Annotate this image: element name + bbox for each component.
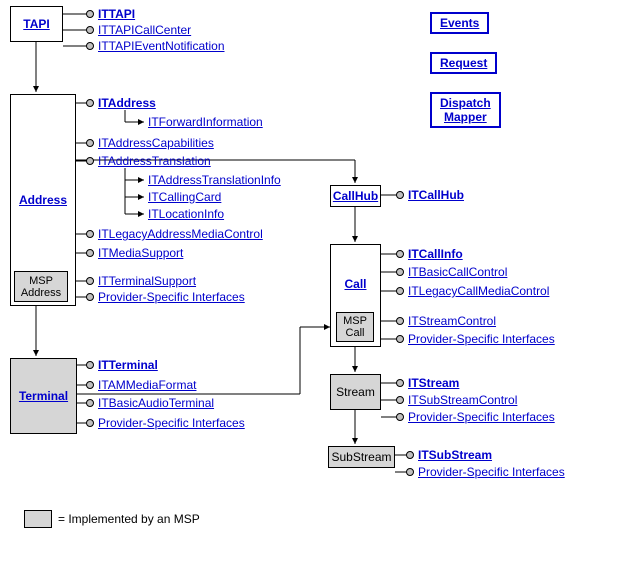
lolli-icon <box>86 26 94 34</box>
itcallhub-link[interactable]: ITCallHub <box>408 188 464 202</box>
address-label[interactable]: Address <box>19 193 67 207</box>
events-box: Events <box>430 12 489 34</box>
address-provider-link[interactable]: Provider-Specific Interfaces <box>98 290 245 304</box>
lolli-icon <box>396 191 404 199</box>
msp-call-label: MSP Call <box>343 315 367 339</box>
itaddress-link[interactable]: ITAddress <box>98 96 156 110</box>
lolli-icon <box>86 399 94 407</box>
itforwardinformation-link[interactable]: ITForwardInformation <box>148 115 263 129</box>
itterminal-link[interactable]: ITTerminal <box>98 358 158 372</box>
msp-address-label: MSP Address <box>21 275 61 299</box>
call-provider-link[interactable]: Provider-Specific Interfaces <box>408 332 555 346</box>
substream-label: SubStream <box>331 450 391 464</box>
lolli-icon <box>396 268 404 276</box>
lolli-icon <box>86 293 94 301</box>
itbasiccallcontrol-link[interactable]: ITBasicCallControl <box>408 265 507 279</box>
request-box: Request <box>430 52 497 74</box>
msp-call-box: MSP Call <box>336 312 374 342</box>
lolli-icon <box>86 99 94 107</box>
lolli-icon <box>396 379 404 387</box>
tapi-label[interactable]: TAPI <box>23 17 49 31</box>
lolli-icon <box>406 451 414 459</box>
ittapi-link[interactable]: ITTAPI <box>98 7 135 21</box>
itlegacycallmediacontrol-link[interactable]: ITLegacyCallMediaControl <box>408 284 549 298</box>
lolli-icon <box>86 419 94 427</box>
dispatch-box: Dispatch Mapper <box>430 92 501 128</box>
lolli-icon <box>396 317 404 325</box>
itcallingcard-link[interactable]: ITCallingCard <box>148 190 221 204</box>
lolli-icon <box>86 42 94 50</box>
itsubstreamcontrol-link[interactable]: ITSubStreamControl <box>408 393 517 407</box>
itmediasupport-link[interactable]: ITMediaSupport <box>98 246 183 260</box>
tapi-box: TAPI <box>10 6 63 42</box>
lolli-icon <box>86 157 94 165</box>
lolli-icon <box>396 413 404 421</box>
stream-provider-link[interactable]: Provider-Specific Interfaces <box>408 410 555 424</box>
stream-box: Stream <box>330 374 381 410</box>
call-label[interactable]: Call <box>344 277 366 291</box>
itstreamcontrol-link[interactable]: ITStreamControl <box>408 314 496 328</box>
lolli-icon <box>86 230 94 238</box>
lolli-icon <box>86 249 94 257</box>
callhub-box: CallHub <box>330 185 381 207</box>
events-link[interactable]: Events <box>440 16 479 30</box>
lolli-icon <box>86 381 94 389</box>
terminal-label[interactable]: Terminal <box>19 389 68 403</box>
dispatch-link[interactable]: Dispatch Mapper <box>440 96 491 124</box>
callhub-label[interactable]: CallHub <box>333 189 378 203</box>
lolli-icon <box>396 396 404 404</box>
itsubstream-link[interactable]: ITSubStream <box>418 448 492 462</box>
legend-text: = Implemented by an MSP <box>58 512 200 526</box>
itaddresstranslation-link[interactable]: ITAddressTranslation <box>98 154 211 168</box>
request-link[interactable]: Request <box>440 56 487 70</box>
legend-patch <box>24 510 52 528</box>
lolli-icon <box>406 468 414 476</box>
lolli-icon <box>86 139 94 147</box>
itlegacyaddressmediacontrol-link[interactable]: ITLegacyAddressMediaControl <box>98 227 263 241</box>
substream-provider-link[interactable]: Provider-Specific Interfaces <box>418 465 565 479</box>
itstream-link[interactable]: ITStream <box>408 376 459 390</box>
itterminalsupport-link[interactable]: ITTerminalSupport <box>98 274 196 288</box>
lolli-icon <box>86 277 94 285</box>
terminal-provider-link[interactable]: Provider-Specific Interfaces <box>98 416 245 430</box>
itlocationinfo-link[interactable]: ITLocationInfo <box>148 207 224 221</box>
lolli-icon <box>396 287 404 295</box>
terminal-box: Terminal <box>10 358 77 434</box>
lolli-icon <box>86 361 94 369</box>
lolli-icon <box>396 250 404 258</box>
itcallinfo-link[interactable]: ITCallInfo <box>408 247 463 261</box>
itammediaformat-link[interactable]: ITAMMediaFormat <box>98 378 196 392</box>
ittapicallcenter-link[interactable]: ITTAPICallCenter <box>98 23 191 37</box>
msp-address-box: MSP Address <box>14 271 68 302</box>
substream-box: SubStream <box>328 446 395 468</box>
ittapieventnotification-link[interactable]: ITTAPIEventNotification <box>98 39 225 53</box>
lolli-icon <box>396 335 404 343</box>
itbasicaudioterminal-link[interactable]: ITBasicAudioTerminal <box>98 396 214 410</box>
itaddresscapabilities-link[interactable]: ITAddressCapabilities <box>98 136 214 150</box>
stream-label: Stream <box>336 385 375 399</box>
itaddresstranslationinfo-link[interactable]: ITAddressTranslationInfo <box>148 173 281 187</box>
lolli-icon <box>86 10 94 18</box>
